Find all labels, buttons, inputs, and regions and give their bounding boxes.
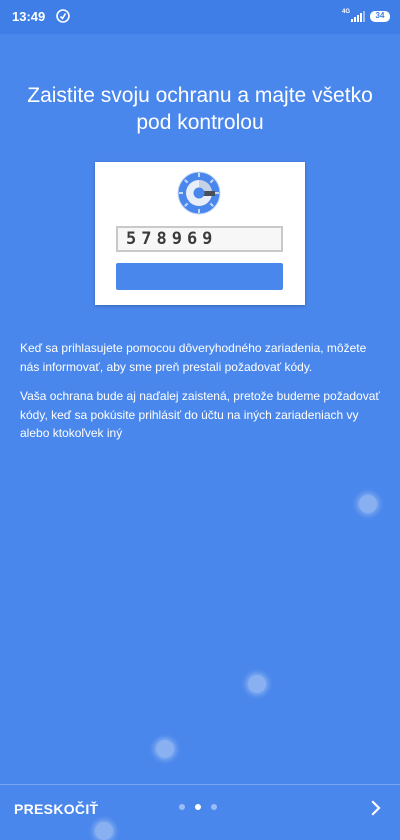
page-dot-1 bbox=[179, 804, 185, 810]
signal-icon bbox=[351, 10, 365, 22]
page-dot-3 bbox=[211, 804, 217, 810]
chevron-right-icon[interactable] bbox=[366, 798, 386, 818]
status-indicators: 4G 34 bbox=[342, 8, 390, 24]
verification-code-field: 578969 bbox=[116, 226, 283, 252]
battery-icon: 34 bbox=[370, 10, 390, 22]
google-authenticator-logo-icon bbox=[177, 171, 221, 215]
notification-app-icon bbox=[56, 9, 70, 23]
status-time: 13:49 bbox=[12, 9, 46, 24]
battery-level: 34 bbox=[375, 10, 385, 20]
illustration-card: 578969 bbox=[95, 162, 305, 305]
network-type-label: 4G bbox=[341, 9, 350, 15]
skip-button[interactable]: PRESKOČIŤ bbox=[14, 801, 98, 817]
decorative-bubble bbox=[359, 495, 377, 513]
page-title: Zaistite svoju ochranu a majte všetko po… bbox=[27, 84, 373, 134]
page-indicator bbox=[179, 804, 217, 810]
status-bar: 13:49 4G 34 bbox=[0, 0, 400, 34]
footer-divider bbox=[0, 784, 400, 785]
page-dot-2-active bbox=[195, 804, 201, 810]
decorative-bubble bbox=[95, 822, 113, 840]
decorative-bubble bbox=[248, 675, 266, 693]
decorative-bubble bbox=[156, 740, 174, 758]
description-paragraph-1: Keď sa prihlasujete pomocou dôveryhodnéh… bbox=[20, 341, 367, 374]
description-paragraph-2: Vaša ochrana bude aj naďalej zaistená, p… bbox=[20, 389, 380, 440]
illustration-button bbox=[116, 263, 283, 290]
